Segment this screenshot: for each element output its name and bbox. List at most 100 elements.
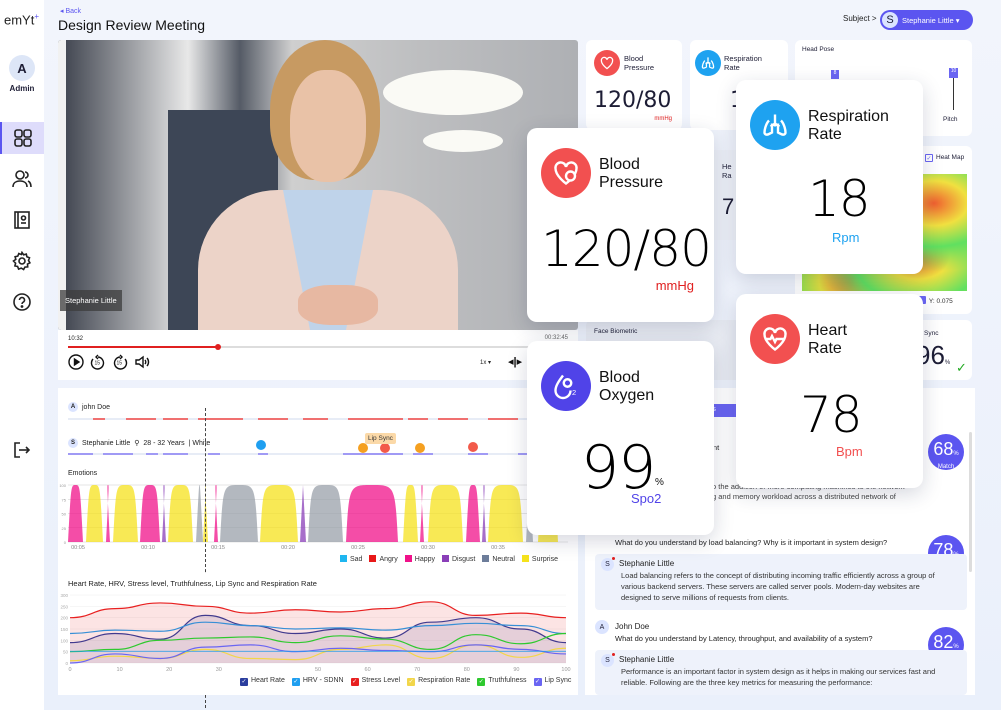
lip-sync-title: Sync [924, 330, 939, 337]
bp-label: Blood Pressure [624, 54, 655, 72]
speed-select[interactable]: 1x ▾ [480, 359, 491, 366]
location-icon: ⚲ [134, 440, 140, 447]
emotion-marker[interactable] [468, 442, 478, 452]
heatmap-toggle[interactable]: ✓ Heat Map [925, 154, 964, 162]
speech-segment [218, 418, 243, 420]
video-player[interactable]: Stephanie Little [58, 40, 578, 330]
speaker-avatar: S [68, 438, 78, 448]
back-link[interactable]: ◂ Back [60, 7, 81, 15]
seek-handle[interactable] [215, 344, 221, 350]
emotion-area [168, 485, 193, 542]
x-tick-label: 00:30 [421, 545, 435, 551]
card-label: Blood Pressure [599, 156, 664, 191]
bp-value: 120/80 [594, 88, 672, 113]
speech-segment [163, 453, 188, 455]
sidebar-item-settings[interactable] [0, 245, 44, 277]
heart-rate-unit: Bpm [836, 444, 863, 459]
seek-progress [68, 346, 218, 348]
answer-block: S Stephanie Little Performance is an imp… [595, 650, 967, 695]
volume-button[interactable] [134, 354, 150, 370]
svg-text:15: 15 [95, 361, 101, 367]
answer-block: S Stephanie Little Load balancing refers… [595, 554, 967, 610]
speaker-lane-stephanie[interactable] [68, 453, 568, 455]
emotion-marker[interactable] [415, 443, 425, 453]
blood-pressure-card: Blood Pressure 120/80 mmHg [527, 128, 714, 322]
blood-pressure-icon [541, 148, 591, 198]
logout-button[interactable] [0, 434, 44, 466]
legend-item[interactable]: Surprise [521, 555, 558, 563]
users-icon [12, 170, 32, 188]
subject-dropdown[interactable]: S Stephanie Little ▾ [880, 10, 973, 30]
emotion-marker[interactable] [358, 443, 368, 453]
speech-segment [348, 418, 403, 420]
contact-card-icon [14, 211, 30, 229]
split-view-button[interactable]: ◂|▸ [508, 355, 522, 368]
legend-item[interactable]: Neutral [482, 555, 515, 563]
legend-item[interactable]: ✓ HRV - SDNN [291, 677, 344, 686]
x-tick-label: 00:35 [491, 545, 505, 551]
sidebar-item-dashboard[interactable] [0, 122, 44, 154]
qa-scrollbar[interactable] [969, 432, 972, 572]
emotion-area [260, 485, 298, 542]
pitch-label: Pitch [943, 116, 958, 123]
heart-rate-icon [750, 314, 800, 364]
legend-item[interactable]: Sad [340, 555, 362, 563]
card-label: Heart Rate [808, 322, 848, 357]
speech-segment [258, 418, 288, 420]
emotions-legend: Sad Angry Happy Disgust Neutral Surprise [340, 555, 558, 563]
speech-segment [488, 418, 518, 420]
legend-item[interactable]: ✓ Respiration Rate [407, 677, 470, 686]
current-time: 10:32 [68, 336, 84, 342]
lip-sync-tag: Lip Sync [365, 433, 396, 444]
speech-segment [126, 418, 156, 420]
speech-segment [343, 453, 403, 455]
legend-item[interactable]: ✓ Truthfulness [477, 677, 527, 686]
respiration-card: Respiration Rate 18 Rpm [736, 80, 923, 274]
speech-segment [103, 453, 133, 455]
respiration-value: 18 [808, 170, 871, 228]
subject-name: Stephanie Little ▾ [902, 15, 960, 25]
emotion-marker[interactable] [380, 443, 390, 453]
blood-oxygen-card: 2 Blood Oxygen 99 % Spo2 [527, 341, 714, 535]
blood-oxygen-pct: % [655, 477, 664, 488]
heart-rate-card: Heart Rate 78 Bpm [736, 294, 923, 488]
y-tick-label: 250 [60, 604, 68, 609]
logo: emYt+ [4, 12, 40, 28]
emotions-title: Emotions [68, 470, 98, 477]
avatar[interactable]: A [9, 55, 35, 81]
speaker-lane-john[interactable] [68, 418, 568, 420]
speech-segment [438, 418, 468, 420]
legend-item[interactable]: ✓ Heart Rate [240, 677, 285, 686]
legend-item[interactable]: Happy [404, 555, 435, 563]
chart-title: Heart Rate, HRV, Stress level, Truthfuln… [68, 579, 317, 588]
volume-icon [135, 355, 150, 369]
asker-name: John Doe [615, 622, 650, 631]
legend-item[interactable]: Angry [369, 555, 398, 563]
check-icon: ✓ [956, 360, 967, 375]
answer-text: Load balancing refers to the concept of … [621, 571, 935, 602]
emotion-area [140, 485, 160, 542]
legend-item[interactable]: ✓ Lip Sync [533, 677, 571, 686]
legend-item[interactable]: Disgust [442, 555, 475, 563]
sidebar-item-reports[interactable] [0, 204, 44, 236]
forward-15-button[interactable]: 15 [112, 354, 128, 370]
match-badge: 68% Match [928, 434, 964, 470]
rewind-15-button[interactable]: 15 [90, 354, 106, 370]
seek-bar[interactable] [68, 344, 568, 350]
y-tick-label: 0 [64, 540, 67, 545]
speech-segment [468, 453, 488, 455]
speech-segment [413, 453, 433, 455]
emotion-area [428, 485, 463, 542]
legend-item[interactable]: ✓ Stress Level [350, 677, 400, 686]
subject-avatar: S [882, 12, 898, 28]
emotion-marker[interactable] [256, 440, 266, 450]
card-label: Blood Oxygen [599, 369, 655, 404]
play-button[interactable] [68, 354, 84, 370]
y-tick-label: 25 [62, 526, 67, 531]
x-tick-label: 60 [365, 667, 371, 673]
chart-legend: ✓ Heart Rate ✓ HRV - SDNN ✓ Stress Level ✓ Resp… [240, 677, 571, 686]
y-tick-label: 75 [62, 497, 67, 502]
x-tick-label: 90 [513, 667, 519, 673]
sidebar-item-help[interactable] [0, 286, 44, 318]
sidebar-item-users[interactable] [0, 163, 44, 195]
